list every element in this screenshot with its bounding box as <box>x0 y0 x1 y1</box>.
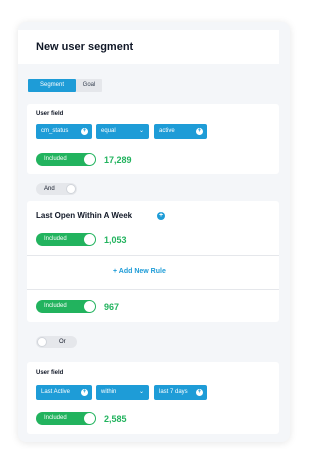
plus-circle-icon: + <box>196 128 203 135</box>
field-label: User field <box>36 111 64 117</box>
tab-segment[interactable]: Segment <box>28 79 76 92</box>
included-toggle[interactable]: Included <box>36 412 96 425</box>
divider <box>27 289 279 290</box>
operator-select[interactable]: equal ⌄ <box>96 124 149 139</box>
plus-circle-icon: + <box>196 389 203 396</box>
attribute-value: Last Active <box>41 389 71 395</box>
included-toggle[interactable]: Included <box>36 233 96 246</box>
page-title: New user segment <box>36 41 134 53</box>
divider <box>27 255 279 256</box>
toggle-knob <box>84 413 95 424</box>
segment-count: 1,053 <box>104 235 127 245</box>
value-select[interactable]: last 7 days + <box>154 385 207 400</box>
toggle-knob <box>66 184 76 194</box>
operator-value: equal <box>101 128 116 134</box>
operator-value: within <box>101 389 117 395</box>
connector-label: Or <box>59 339 66 345</box>
chevron-down-icon: ⌄ <box>138 128 144 134</box>
segment-count: 2,585 <box>104 414 127 424</box>
value-select[interactable]: active + <box>154 124 207 139</box>
toggle-knob <box>84 154 95 165</box>
attribute-select[interactable]: cm_status + <box>36 124 92 139</box>
value-text: last 7 days <box>159 389 188 395</box>
toggle-knob <box>84 234 95 245</box>
toggle-label: Included <box>44 415 67 421</box>
connector-label: And <box>44 186 55 192</box>
plus-circle-icon: + <box>81 389 88 396</box>
total-included-toggle[interactable]: Included <box>36 300 96 313</box>
toggle-label: Included <box>44 156 67 162</box>
tab-goal[interactable]: Goal <box>76 79 102 92</box>
chevron-down-icon: ⌄ <box>138 389 144 395</box>
or-connector-toggle[interactable]: Or <box>36 336 77 348</box>
field-label: User field <box>36 370 64 376</box>
included-toggle[interactable]: Included <box>36 153 96 166</box>
add-new-rule-button[interactable]: + Add New Rule <box>113 268 166 275</box>
tab-bar: Segment Goal <box>28 79 102 92</box>
value-text: active <box>159 128 175 134</box>
rule-title: Last Open Within A Week <box>36 211 133 220</box>
toggle-label: Included <box>44 236 67 242</box>
toggle-knob <box>37 337 47 347</box>
attribute-select[interactable]: Last Active + <box>36 385 92 400</box>
plus-circle-icon[interactable]: + <box>157 212 165 220</box>
plus-circle-icon: + <box>81 128 88 135</box>
and-connector-toggle[interactable]: And <box>36 183 77 195</box>
segment-count: 17,289 <box>104 155 132 165</box>
operator-select[interactable]: within ⌄ <box>96 385 149 400</box>
total-count: 967 <box>104 302 120 312</box>
attribute-value: cm_status <box>41 128 69 134</box>
toggle-knob <box>84 301 95 312</box>
toggle-label: Included <box>44 303 67 309</box>
